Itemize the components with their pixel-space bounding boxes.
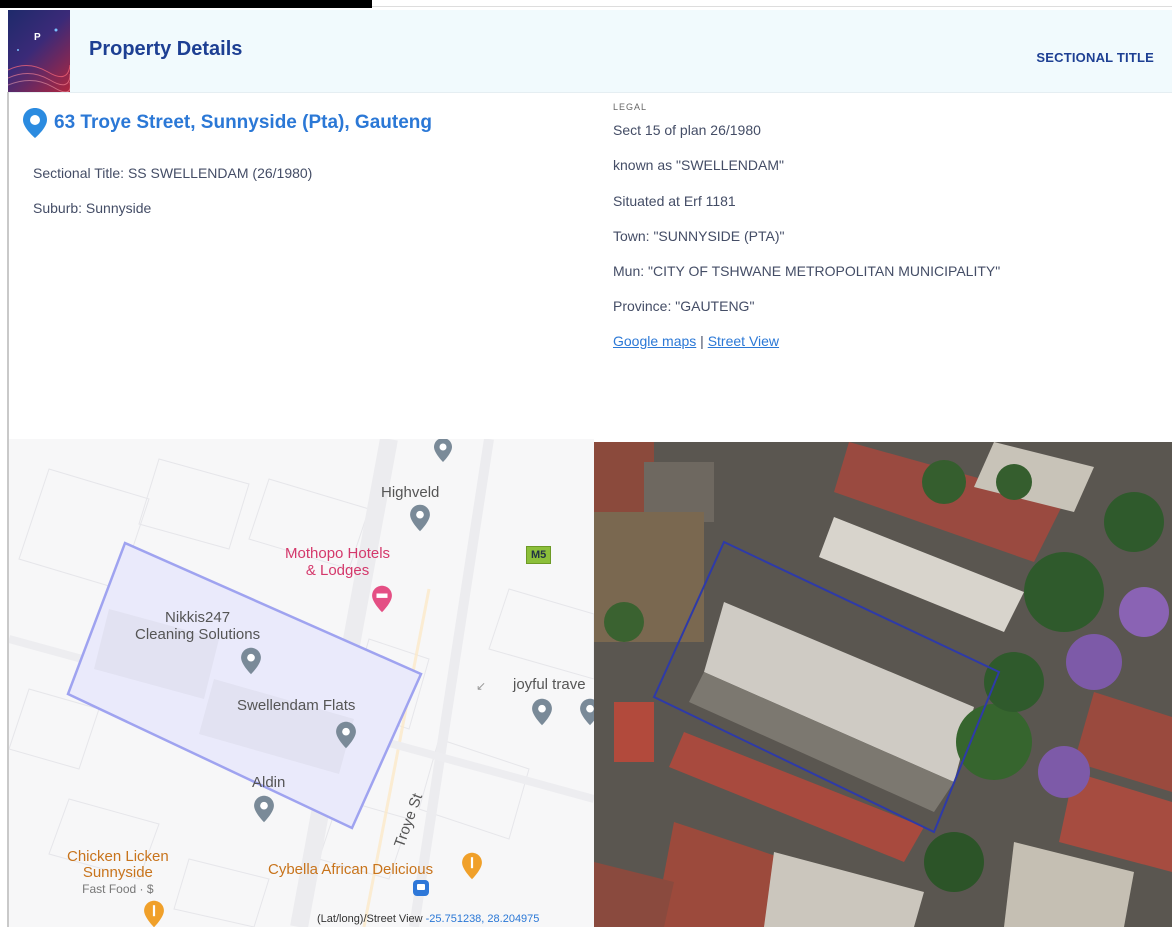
map-pin-icon[interactable] <box>531 697 553 727</box>
satellite-view[interactable] <box>594 442 1172 927</box>
logo-letter: P <box>34 32 41 43</box>
road-badge-m5: M5 <box>526 546 552 564</box>
map-pin-icon[interactable] <box>253 794 275 824</box>
property-address: 63 Troye Street, Sunnyside (Pta), Gauten… <box>22 107 432 139</box>
map-pin-icon[interactable] <box>579 697 594 727</box>
suburb-text: Suburb: Sunnyside <box>33 200 152 216</box>
map-label-chicken-licken[interactable]: Chicken Licken Sunnyside Fast Food · $ <box>67 849 169 897</box>
map-label-line: Nikkis247 <box>165 609 231 626</box>
logo-pattern-icon <box>8 28 70 92</box>
map-label-highveld[interactable]: Highveld <box>381 484 439 501</box>
map-label-line: Sunnyside <box>82 864 153 881</box>
map-label-nikkis[interactable]: Nikkis247 Cleaning Solutions <box>135 609 260 643</box>
legal-line: Mun: "CITY OF TSHWANE METROPOLITAN MUNIC… <box>613 263 1001 279</box>
street-view-link[interactable]: Street View <box>708 333 779 349</box>
legal-line: known as "SWELLENDAM" <box>613 157 784 173</box>
map-label-swellendam[interactable]: Swellendam Flats <box>237 697 355 714</box>
map-label-line: Chicken Licken <box>67 848 169 865</box>
hotel-pin-icon[interactable] <box>371 584 393 614</box>
brand-logo: P <box>8 10 70 92</box>
direction-arrow-icon: ↙ <box>476 679 487 693</box>
address-text: 63 Troye Street, Sunnyside (Pta), Gauten… <box>54 112 432 133</box>
satellite-imagery <box>594 442 1172 927</box>
map-label-line: Cleaning Solutions <box>135 626 261 643</box>
coordinates-readout: (Lat/long)/Street View -25.751238, 28.20… <box>317 913 539 925</box>
legal-line: Town: "SUNNYSIDE (PTA)" <box>613 228 785 244</box>
map-label-aldin[interactable]: Aldin <box>252 774 285 791</box>
restaurant-pin-icon[interactable] <box>143 899 165 927</box>
map-pin-icon[interactable] <box>409 503 431 533</box>
map-label-line: Fast Food · $ <box>82 882 154 896</box>
location-pin-icon <box>23 108 47 138</box>
map-label-joyful[interactable]: joyful trave <box>513 676 586 693</box>
map-label-cybella[interactable]: Cybella African Delicious <box>268 861 433 878</box>
map-label-line: & Lodges <box>305 562 370 579</box>
restaurant-pin-icon[interactable] <box>461 851 483 881</box>
map-links: Google maps | Street View <box>613 333 779 349</box>
map-pin-icon[interactable] <box>240 646 262 676</box>
street-map[interactable]: Highveld Mothopo Hotels & Lodges M5 Nikk… <box>9 439 594 927</box>
sectional-title-text: Sectional Title: SS SWELLENDAM (26/1980) <box>33 165 313 181</box>
page-title: Property Details <box>89 38 243 60</box>
coords-value[interactable]: -25.751238, 28.204975 <box>426 913 540 925</box>
map-label-mothopo[interactable]: Mothopo Hotels & Lodges <box>285 545 390 579</box>
map-label-line: Mothopo Hotels <box>285 545 391 562</box>
legal-heading: LEGAL <box>613 102 648 112</box>
map-pin-icon[interactable] <box>335 720 357 750</box>
legal-line: Situated at Erf 1181 <box>613 193 736 209</box>
top-black-bar <box>0 0 372 8</box>
bus-stop-icon[interactable] <box>413 880 429 896</box>
title-type-label: SECTIONAL TITLE <box>1036 50 1154 65</box>
property-header: P Property Details SECTIONAL TITLE <box>8 10 1172 93</box>
google-maps-link[interactable]: Google maps <box>613 333 696 349</box>
map-pin-icon <box>434 439 452 462</box>
top-divider <box>372 6 1172 7</box>
legal-line: Sect 15 of plan 26/1980 <box>613 122 761 138</box>
coords-label: (Lat/long)/Street View <box>317 913 426 925</box>
legal-line: Province: "GAUTENG" <box>613 298 755 314</box>
link-separator: | <box>700 333 704 349</box>
